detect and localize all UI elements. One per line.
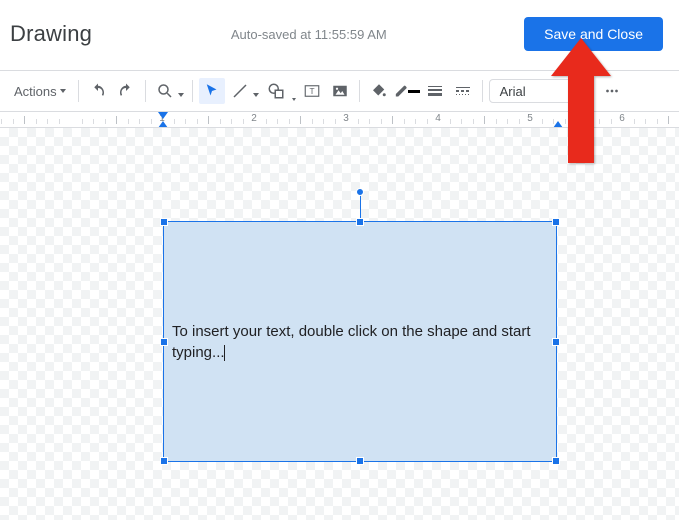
caret-down-icon bbox=[572, 89, 578, 93]
image-tool[interactable] bbox=[327, 78, 353, 104]
zoom-menu[interactable] bbox=[152, 78, 186, 104]
autosave-status: Auto-saved at 11:55:59 AM bbox=[161, 27, 387, 42]
more-icon bbox=[603, 82, 621, 100]
ruler-number: 3 bbox=[343, 113, 349, 124]
rotate-handle[interactable] bbox=[356, 188, 364, 196]
caret-down-icon bbox=[178, 93, 184, 97]
actions-menu[interactable]: Actions bbox=[8, 80, 72, 103]
redo-icon bbox=[117, 82, 135, 100]
line-dash-button[interactable] bbox=[450, 78, 476, 104]
shape-tool[interactable] bbox=[263, 78, 297, 104]
ruler-number: 6 bbox=[619, 113, 625, 124]
separator bbox=[482, 80, 483, 102]
actions-label: Actions bbox=[14, 84, 57, 99]
svg-text:T: T bbox=[309, 87, 314, 96]
dialog-title: Drawing bbox=[10, 21, 92, 47]
shape-text: To insert your text, double click on the… bbox=[172, 323, 531, 361]
indent-left-marker[interactable] bbox=[163, 112, 168, 128]
line-color-button[interactable] bbox=[394, 78, 420, 104]
line-dash-icon bbox=[456, 87, 470, 96]
text-cursor bbox=[224, 345, 225, 361]
toolbar: Actions T bbox=[0, 71, 679, 111]
caret-down-icon bbox=[253, 93, 259, 97]
separator bbox=[145, 80, 146, 102]
cursor-icon bbox=[203, 82, 221, 100]
ruler-number: 2 bbox=[251, 113, 257, 124]
ruler-number: 5 bbox=[527, 113, 533, 124]
indent-right-marker[interactable] bbox=[558, 121, 563, 128]
font-selector[interactable]: Arial bbox=[489, 79, 585, 103]
textbox-icon: T bbox=[303, 82, 321, 100]
undo-icon bbox=[89, 82, 107, 100]
fill-icon bbox=[370, 82, 388, 100]
redo-button[interactable] bbox=[113, 78, 139, 104]
image-icon bbox=[331, 82, 349, 100]
drawing-canvas[interactable]: To insert your text, double click on the… bbox=[0, 128, 679, 520]
caret-down-icon bbox=[292, 98, 296, 101]
undo-button[interactable] bbox=[85, 78, 111, 104]
line-weight-icon bbox=[428, 86, 442, 96]
select-tool[interactable] bbox=[199, 78, 225, 104]
pencil-icon bbox=[394, 82, 409, 100]
ruler-number: 4 bbox=[435, 113, 441, 124]
textbox-tool[interactable]: T bbox=[299, 78, 325, 104]
dialog-header: Drawing Auto-saved at 11:55:59 AM Save a… bbox=[0, 0, 679, 56]
separator bbox=[591, 80, 592, 102]
caret-down-icon bbox=[60, 89, 66, 93]
fill-color-button[interactable] bbox=[366, 78, 392, 104]
more-options-button[interactable] bbox=[598, 78, 626, 104]
color-bar bbox=[408, 90, 419, 93]
ruler[interactable]: 1123456 bbox=[0, 112, 679, 128]
font-name: Arial bbox=[500, 84, 526, 99]
shape-text-content[interactable]: To insert your text, double click on the… bbox=[172, 321, 548, 363]
separator bbox=[359, 80, 360, 102]
line-icon bbox=[231, 82, 249, 100]
line-weight-button[interactable] bbox=[422, 78, 448, 104]
line-tool[interactable] bbox=[227, 78, 261, 104]
separator bbox=[192, 80, 193, 102]
zoom-icon bbox=[156, 82, 174, 100]
shape-icon bbox=[267, 82, 285, 100]
text-shape[interactable]: To insert your text, double click on the… bbox=[163, 221, 557, 462]
separator bbox=[78, 80, 79, 102]
save-and-close-button[interactable]: Save and Close bbox=[524, 17, 663, 51]
rotate-line bbox=[360, 192, 361, 218]
